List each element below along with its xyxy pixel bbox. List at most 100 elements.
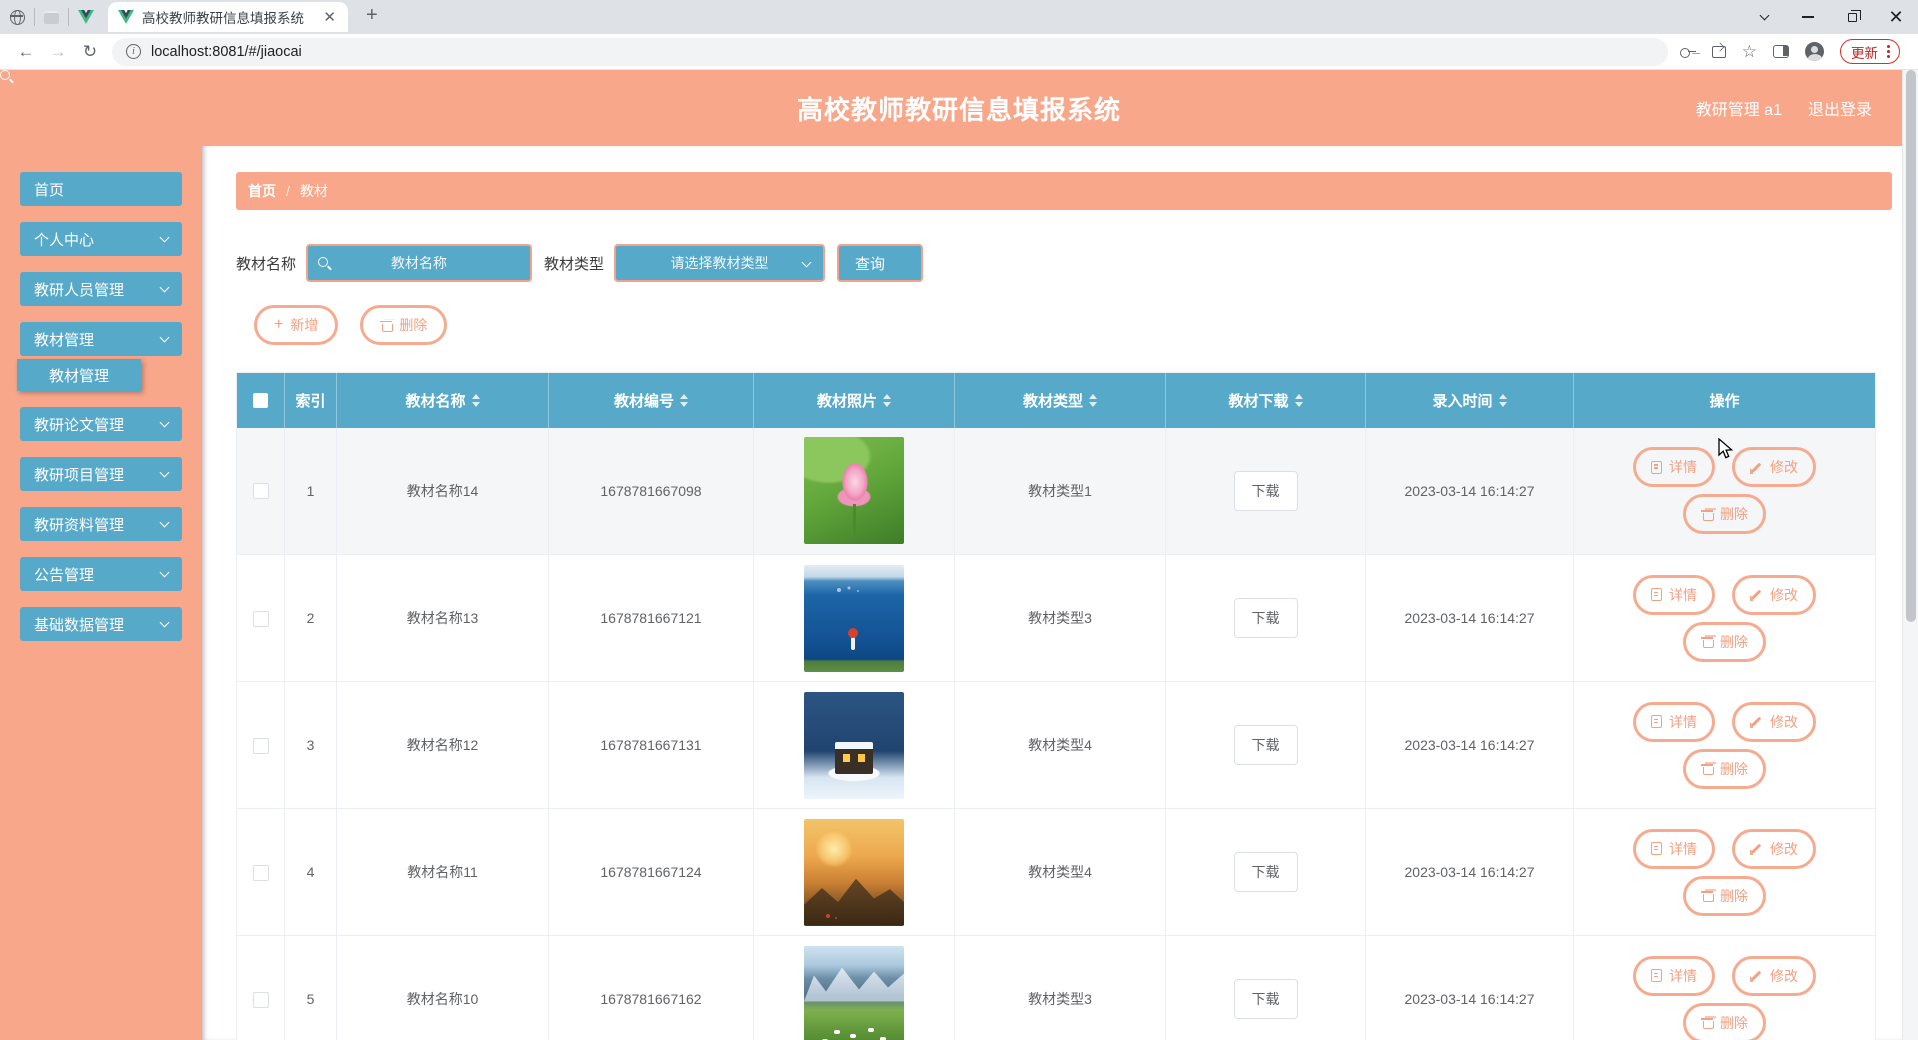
logout-link[interactable]: 退出登录 [1808,96,1872,120]
sort-carets-icon[interactable] [1089,394,1097,407]
close-window-button[interactable]: ✕ [1874,0,1918,34]
delete-button[interactable]: 删除 [1683,875,1766,916]
download-button[interactable]: 下载 [1233,725,1298,765]
sort-carets-icon[interactable] [883,394,891,407]
detail-button[interactable]: 详情 [1633,828,1715,869]
scrollbar-thumb[interactable] [1905,70,1916,622]
detail-button[interactable]: 详情 [1633,955,1715,996]
back-button[interactable]: ← [10,42,42,62]
sort-carets-icon[interactable] [1498,394,1507,407]
globe-pinned-tab-icon[interactable] [10,9,25,25]
sidebar-item-教研项目管理[interactable]: 教研项目管理 [20,457,182,491]
column-header-教材下载[interactable]: 教材下载 [1165,372,1366,428]
sidebar-item-基础数据管理[interactable]: 基础数据管理 [20,607,182,641]
delete-button[interactable]: 删除 [1683,621,1766,662]
sidebar-item-教研资料管理[interactable]: 教研资料管理 [20,507,182,541]
cell-material-code: 1678781667121 [548,554,754,682]
password-key-icon[interactable] [1679,47,1696,58]
menu-label: 个人中心 [34,231,95,249]
detail-button[interactable]: 详情 [1633,574,1715,615]
add-button[interactable]: + 新增 [254,305,339,345]
select-all-header[interactable] [236,372,285,428]
mountain-meadow-sheep-photo[interactable] [804,945,904,1040]
edit-button[interactable]: 修改 [1732,574,1816,615]
download-button[interactable]: 下载 [1233,852,1298,892]
restore-window-button[interactable] [1830,0,1874,34]
table-row: 4 教材名称11 1678781667124 教材类型4 下载 2023-03-… [236,808,1876,936]
row-checkbox[interactable] [252,737,269,754]
cell-entry-time: 2023-03-14 16:14:27 [1365,681,1574,809]
sort-carets-icon[interactable] [471,394,480,407]
side-panel-icon[interactable] [1773,45,1789,58]
breadcrumb-home[interactable]: 首页 [248,181,276,201]
query-button[interactable]: 查询 [837,244,924,282]
minimize-window-button[interactable] [1786,0,1830,34]
page-scrollbar[interactable] [1902,70,1918,1040]
sidebar-subitem-教材管理[interactable]: 教材管理 [17,359,141,391]
active-browser-tab[interactable]: 高校教师教研信息填报系统 ✕ [108,2,348,32]
detail-button[interactable]: 详情 [1633,447,1715,488]
sidebar-item-公告管理[interactable]: 公告管理 [20,557,182,591]
sidebar-item-教研人员管理[interactable]: 教研人员管理 [20,272,182,306]
menu-label: 教研项目管理 [34,466,125,484]
current-user-link[interactable]: 教研管理 a1 [1696,96,1782,120]
download-button[interactable]: 下载 [1233,598,1298,638]
reload-button[interactable]: ↻ [74,42,106,62]
edit-button[interactable]: 修改 [1732,828,1816,869]
delete-button[interactable]: 删除 [1683,494,1766,535]
search-tabs-button[interactable] [1742,0,1786,34]
edit-button[interactable]: 修改 [1732,447,1816,488]
golden-mountain-sunset-photo[interactable] [804,818,904,926]
edit-button[interactable]: 修改 [1732,955,1816,996]
snow-cabin-night-photo[interactable] [804,691,904,799]
row-checkbox[interactable] [252,991,269,1008]
row-checkbox[interactable] [252,610,269,627]
detail-button[interactable]: 详情 [1633,701,1715,742]
cell-material-code: 1678781667162 [548,935,754,1040]
profile-avatar[interactable] [1805,42,1824,61]
sidebar-item-个人中心[interactable]: 个人中心 [20,222,182,256]
select-all-checkbox[interactable] [253,393,268,409]
chevron-down-icon [801,257,812,268]
pen-icon [1750,715,1763,728]
column-header-教材照片[interactable]: 教材照片 [753,372,955,428]
address-bar[interactable]: i localhost:8081/#/jiaocai [112,37,1668,66]
column-header-教材名称[interactable]: 教材名称 [336,372,549,428]
column-header-录入时间[interactable]: 录入时间 [1365,372,1574,428]
forward-button[interactable]: → [42,42,74,62]
sort-carets-icon[interactable] [1294,394,1303,407]
cell-entry-time: 2023-03-14 16:14:27 [1365,427,1574,555]
sort-carets-icon[interactable] [680,394,688,407]
browser-menu-icon[interactable] [1884,45,1893,58]
site-info-icon[interactable]: i [126,44,141,59]
document-icon [1651,969,1662,982]
blank-pinned-tab-icon[interactable] [44,10,59,24]
sidebar-item-教材管理[interactable]: 教材管理 [20,322,182,356]
download-button[interactable]: 下载 [1233,470,1298,511]
sidebar-item-首页[interactable]: 首页 [20,172,182,206]
column-header-教材类型[interactable]: 教材类型 [954,372,1166,428]
row-checkbox[interactable] [252,483,269,500]
tab-close-icon[interactable]: ✕ [319,8,340,26]
table-body: 1 教材名称14 1678781667098 教材类型1 下载 2023-03-… [236,427,1876,1040]
delete-selected-button[interactable]: 删除 [360,305,448,345]
material-name-input[interactable] [308,255,531,271]
bookmark-star-icon[interactable]: ☆ [1742,43,1757,60]
share-icon[interactable] [1711,41,1726,58]
lotus-flower-photo[interactable] [804,437,904,545]
cell-index: 5 [284,935,337,1040]
sidebar-item-教研论文管理[interactable]: 教研论文管理 [20,407,182,441]
vue-logo-pinned-tab-icon[interactable] [78,10,94,24]
edit-button[interactable]: 修改 [1732,701,1816,742]
delete-button[interactable]: 删除 [1683,748,1766,789]
pen-icon [1750,461,1763,474]
delete-button[interactable]: 删除 [1683,1002,1766,1040]
column-header-教材编号[interactable]: 教材编号 [548,372,754,428]
material-type-select[interactable]: 请选择教材类型 [614,244,826,282]
type-field-label: 教材类型 [544,255,605,273]
new-tab-button[interactable]: + [360,4,384,30]
row-checkbox[interactable] [252,864,269,881]
download-button[interactable]: 下载 [1233,979,1298,1019]
chrome-update-button[interactable]: 更新 [1840,39,1900,64]
sea-red-umbrella-photo[interactable] [804,564,904,672]
